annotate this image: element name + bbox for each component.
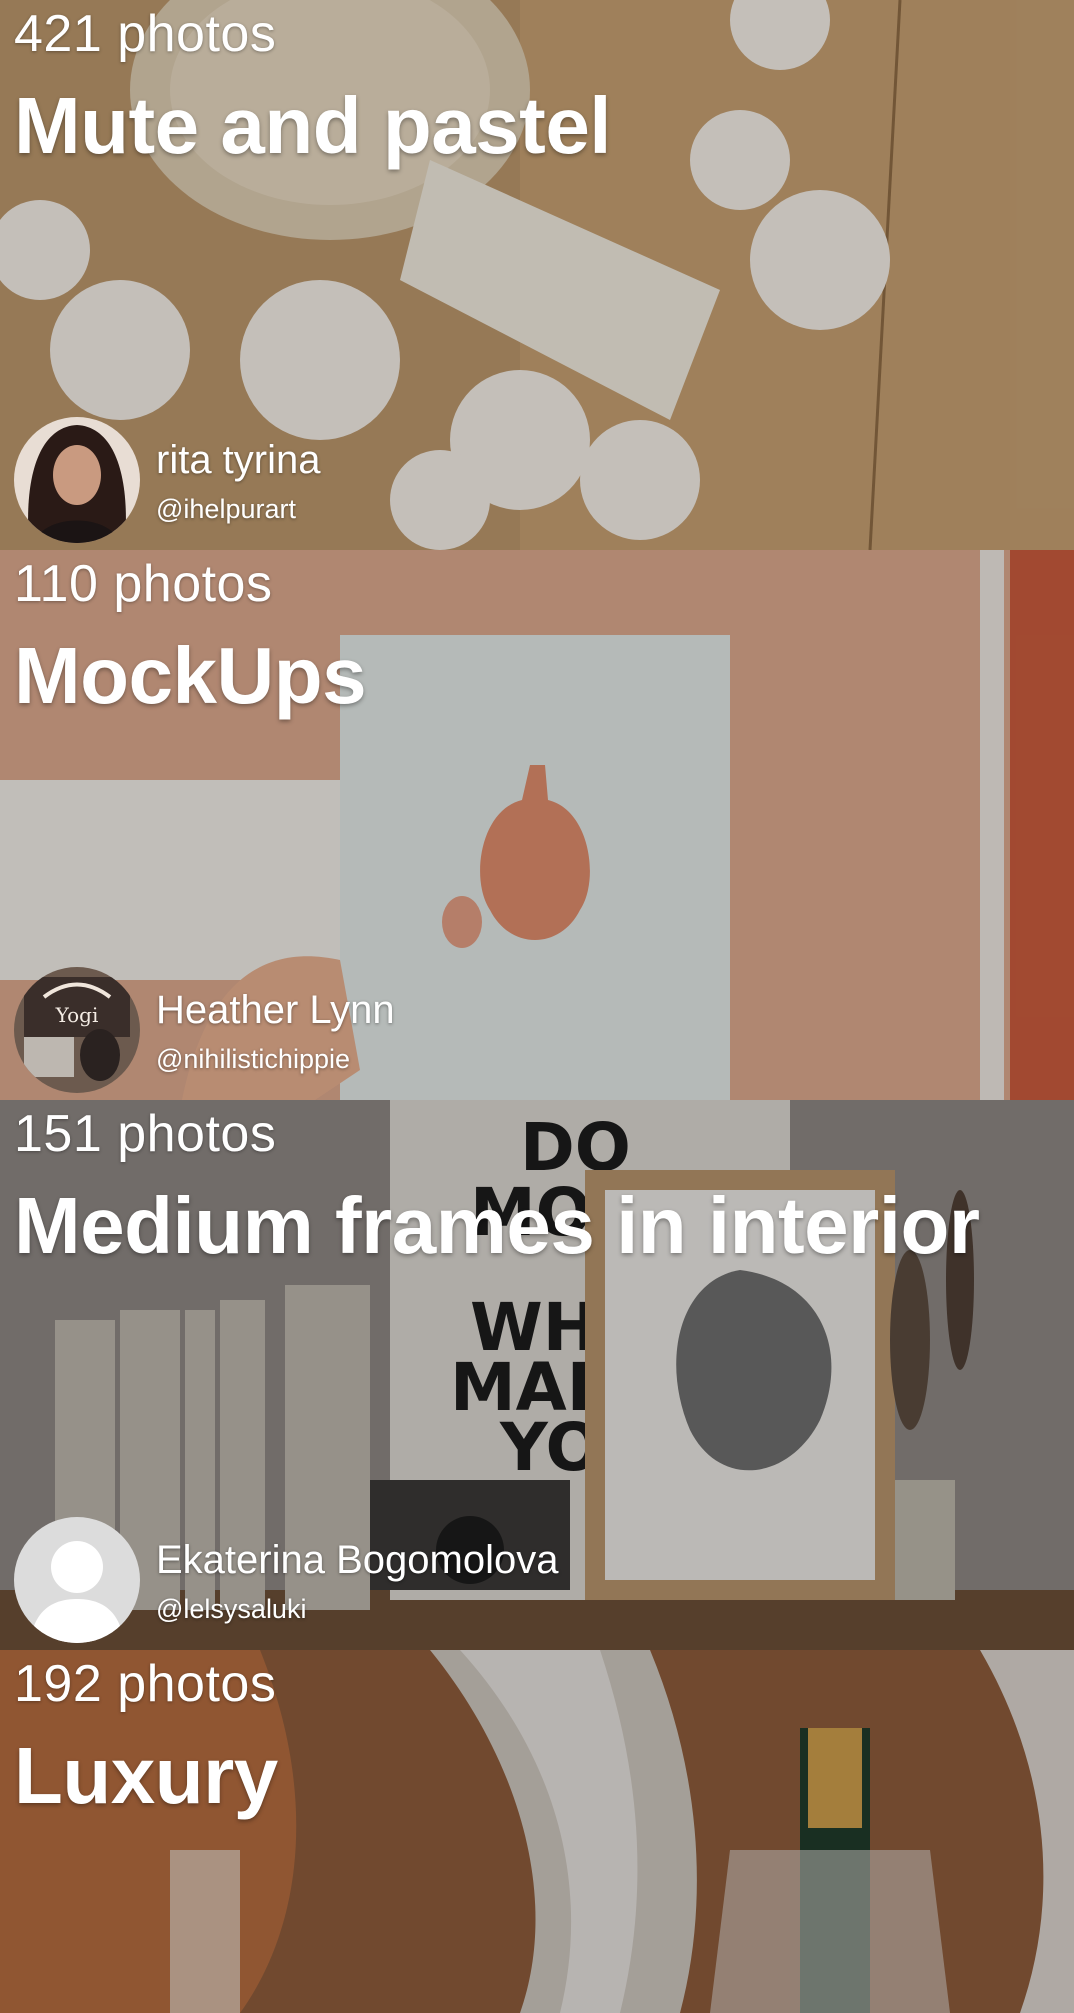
profile-photo-icon: Yogi <box>14 967 140 1093</box>
author-handle[interactable]: @lelsysaluki <box>156 1594 306 1625</box>
collection-title: Luxury <box>14 1731 278 1820</box>
author-avatar[interactable] <box>14 417 140 543</box>
author-name[interactable]: rita tyrina <box>156 438 321 483</box>
photo-count: 421 photos <box>14 5 277 63</box>
photo-count: 151 photos <box>14 1105 277 1163</box>
author-name[interactable]: Heather Lynn <box>156 988 395 1033</box>
collection-card[interactable]: DO MO WH MAI YO 151 photos Medium frames… <box>0 1100 1074 1650</box>
collection-card[interactable]: 192 photos Luxury <box>0 1650 1074 2013</box>
collection-title: Mute and pastel <box>14 81 612 170</box>
collection-card[interactable]: 110 photos MockUps Yogi Heather Lynn @ni… <box>0 550 1074 1100</box>
collection-card[interactable]: 421 photos Mute and pastel rita tyrina @… <box>0 0 1074 550</box>
profile-photo-icon <box>14 417 140 543</box>
photo-count: 110 photos <box>14 555 273 613</box>
photo-count: 192 photos <box>14 1655 277 1713</box>
author-name[interactable]: Ekaterina Bogomolova <box>156 1538 558 1583</box>
collection-title: Medium frames in interior <box>14 1181 980 1270</box>
collections-feed: 421 photos Mute and pastel rita tyrina @… <box>0 0 1074 2013</box>
author-avatar[interactable]: Yogi <box>14 967 140 1093</box>
author-avatar[interactable] <box>14 1517 140 1643</box>
collection-title: MockUps <box>14 631 367 720</box>
default-user-icon <box>14 1517 140 1643</box>
author-handle[interactable]: @ihelpurart <box>156 494 296 525</box>
svg-text:Yogi: Yogi <box>55 1003 99 1027</box>
author-handle[interactable]: @nihilistichippie <box>156 1044 350 1075</box>
